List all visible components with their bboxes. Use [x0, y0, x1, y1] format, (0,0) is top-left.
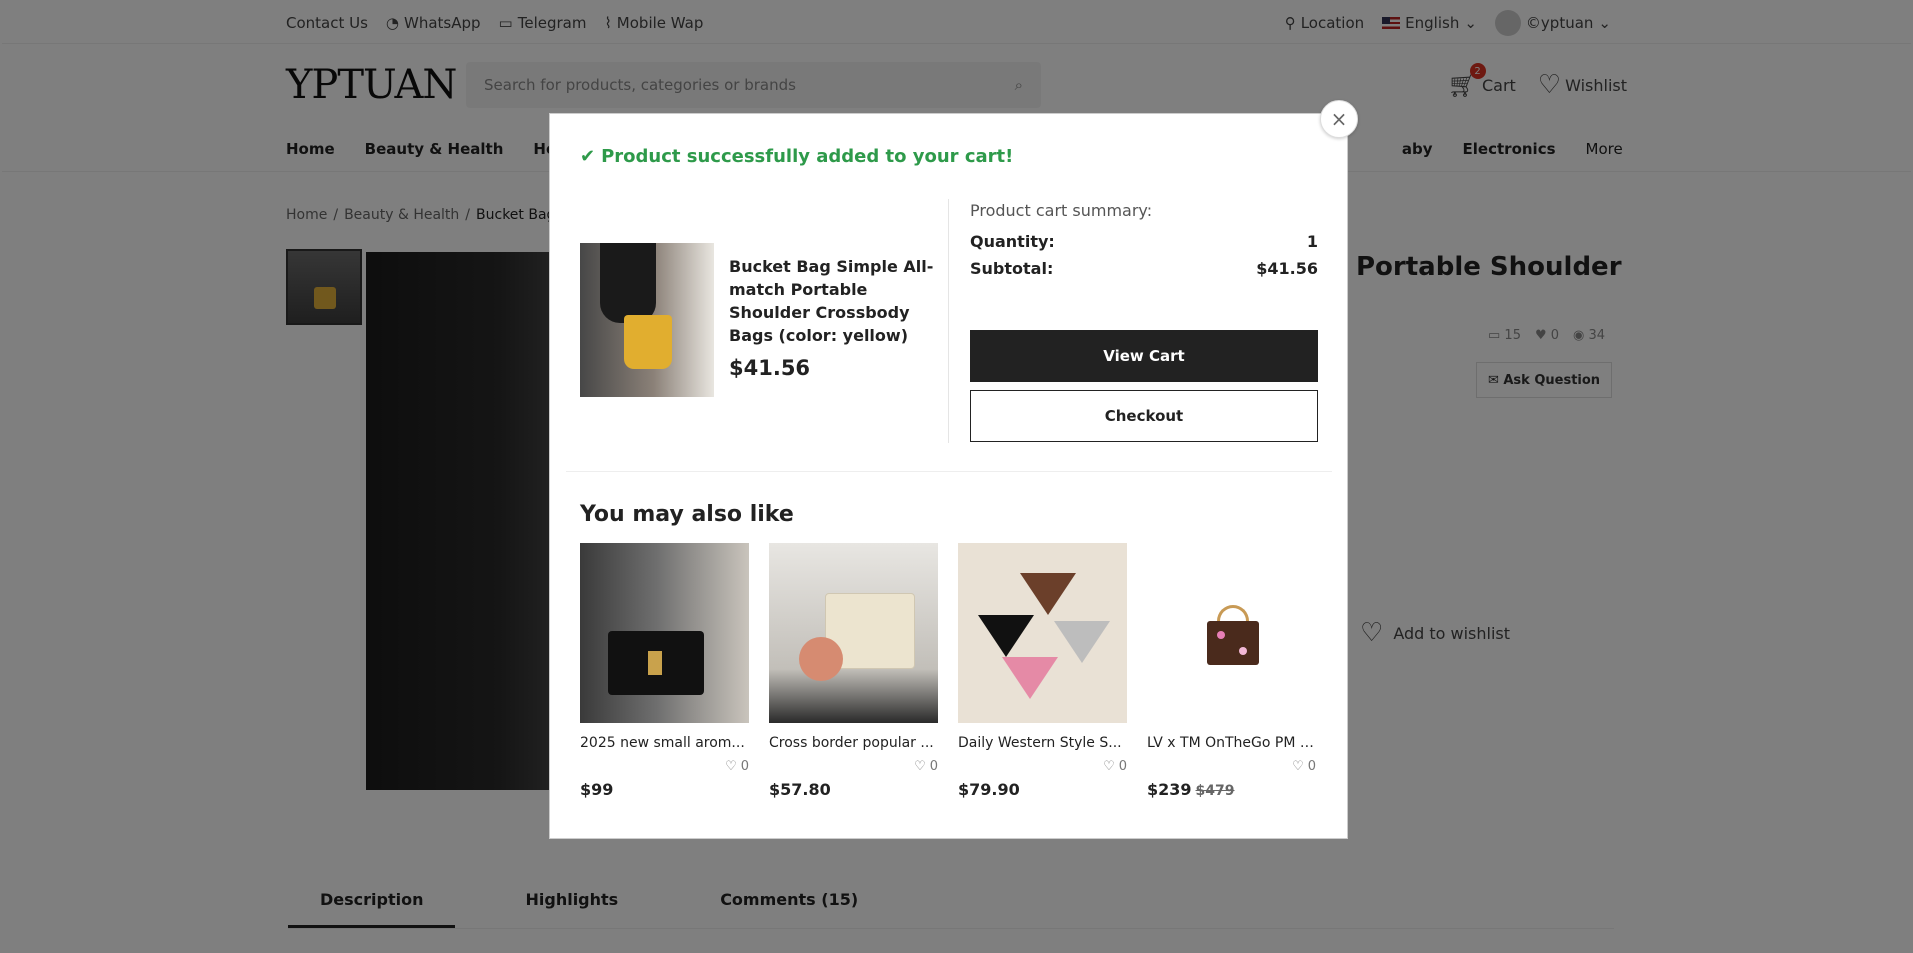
price-current: $79.90	[958, 780, 1020, 799]
recommendation-image[interactable]	[580, 543, 749, 723]
success-message: ✔ Product successfully added to your car…	[580, 146, 1013, 167]
recommendation-name[interactable]: Daily Western Style S...	[958, 735, 1127, 751]
price-current: $99	[580, 780, 614, 799]
price-current: $239	[1147, 780, 1192, 799]
recommendation-price: $239 $479	[1147, 780, 1316, 799]
recommendations-grid: 2025 new small arom... ♡ 0 $99 Cross bord…	[580, 543, 1316, 799]
quantity-value: 1	[1306, 232, 1318, 251]
recommendation-likes[interactable]: ♡ 0	[580, 759, 749, 774]
added-to-cart-modal: × ✔ Product successfully added to your c…	[549, 100, 1358, 839]
heart-icon: ♡	[1292, 759, 1304, 774]
like-count: 0	[1307, 759, 1316, 774]
recommendation-likes[interactable]: ♡ 0	[769, 759, 938, 774]
success-text: Product successfully added to your cart!	[601, 146, 1014, 167]
divider	[948, 199, 949, 443]
price-current: $57.80	[769, 780, 831, 799]
checkout-button[interactable]: Checkout	[970, 390, 1318, 442]
recommendation-name[interactable]: Cross border popular ...	[769, 735, 938, 751]
recommendation-image[interactable]	[958, 543, 1127, 723]
subtotal-row: Subtotal: $41.56	[970, 259, 1318, 278]
heart-icon: ♡	[1103, 759, 1115, 774]
heart-icon: ♡	[725, 759, 737, 774]
checkmark-icon: ✔	[580, 146, 596, 167]
recommendation-likes[interactable]: ♡ 0	[958, 759, 1127, 774]
recommendation-price: $99	[580, 780, 749, 799]
like-count: 0	[929, 759, 938, 774]
recommendation-name[interactable]: LV x TM OnTheGo PM (...	[1147, 735, 1316, 751]
recommendation-image[interactable]	[1147, 543, 1316, 723]
added-product-price: $41.56	[729, 356, 811, 380]
like-count: 0	[740, 759, 749, 774]
divider	[566, 471, 1332, 472]
cart-summary-title: Product cart summary:	[970, 201, 1153, 220]
subtotal-value: $41.56	[1256, 259, 1318, 278]
added-product-image	[580, 243, 714, 397]
recommendation-price: $79.90	[958, 780, 1127, 799]
recommendation-card[interactable]: LV x TM OnTheGo PM (... ♡ 0 $239 $479	[1147, 543, 1316, 799]
price-original: $479	[1195, 783, 1235, 799]
quantity-label: Quantity:	[970, 232, 1055, 251]
cart-summary: Product cart summary: Quantity: 1 Subtot…	[970, 201, 1318, 286]
heart-icon: ♡	[914, 759, 926, 774]
recommendation-likes[interactable]: ♡ 0	[1147, 759, 1316, 774]
subtotal-label: Subtotal:	[970, 259, 1054, 278]
recommendation-price: $57.80	[769, 780, 938, 799]
recommendation-name[interactable]: 2025 new small arom...	[580, 735, 749, 751]
recommendation-card[interactable]: 2025 new small arom... ♡ 0 $99	[580, 543, 749, 799]
close-icon[interactable]: ×	[1320, 100, 1358, 138]
view-cart-button[interactable]: View Cart	[970, 330, 1318, 382]
like-count: 0	[1118, 759, 1127, 774]
recommendation-card[interactable]: Daily Western Style S... ♡ 0 $79.90	[958, 543, 1127, 799]
added-product-name[interactable]: Bucket Bag Simple All-match Portable Sho…	[729, 255, 934, 347]
quantity-row: Quantity: 1	[970, 232, 1318, 251]
recommendation-image[interactable]	[769, 543, 938, 723]
recommendation-card[interactable]: Cross border popular ... ♡ 0 $57.80	[769, 543, 938, 799]
recommendations-title: You may also like	[580, 502, 794, 527]
